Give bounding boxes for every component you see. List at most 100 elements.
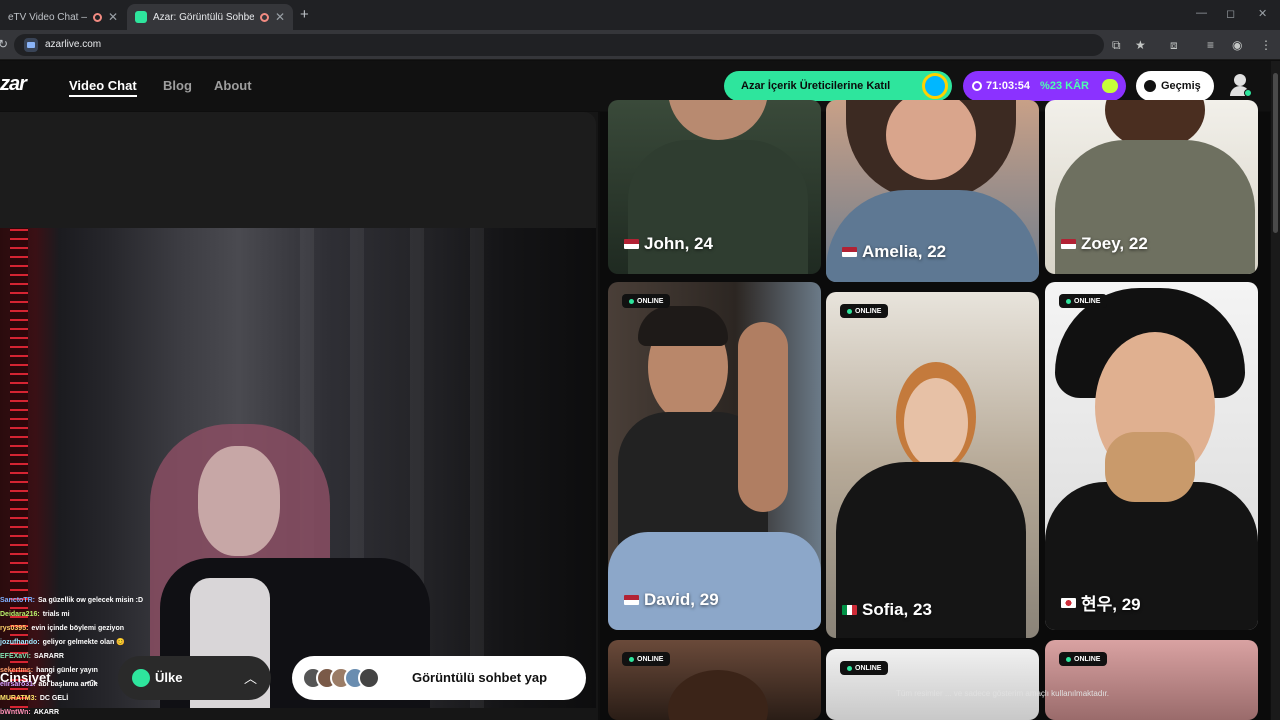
globe-icon: [132, 669, 150, 687]
azar-favicon-icon: [135, 11, 147, 23]
chat-message: bWntWn: AKARR: [0, 706, 300, 720]
profile-icon[interactable]: ◉: [1232, 38, 1242, 52]
tab-title: eTV Video Chat — Ome: [8, 11, 87, 23]
chat-username: MURATM3:: [0, 695, 37, 702]
online-badge: ONLINE: [840, 304, 889, 318]
promo-discount: %23 KÂR: [1040, 80, 1089, 92]
chat-username: rys0395:: [0, 625, 29, 632]
profile-name: Sofia, 23: [842, 600, 932, 620]
omnibox[interactable]: azarlive.com: [14, 34, 1104, 56]
online-badge: ONLINE: [840, 661, 889, 675]
avatar-stack: [302, 667, 384, 689]
online-dot-icon: [1066, 656, 1071, 662]
us-flag-icon: [1061, 239, 1076, 249]
history-label: Geçmiş: [1161, 80, 1201, 92]
site-info-icon[interactable]: [24, 38, 38, 52]
gem-icon: [1102, 79, 1118, 93]
chat-username: jozufhando:: [0, 639, 40, 646]
chat-message: Deidara216: trials mi: [0, 608, 300, 622]
chevron-up-icon[interactable]: ︿: [86, 670, 98, 687]
page-scrollbar[interactable]: [1271, 61, 1280, 720]
install-app-icon[interactable]: ⧉: [1112, 38, 1121, 53]
online-badge: ONLINE: [622, 652, 671, 666]
browser-tab-1[interactable]: eTV Video Chat — Ome ✕: [0, 4, 126, 30]
chat-text: DC GELİ: [39, 695, 69, 702]
chat-username: bWntWn:: [0, 709, 31, 716]
recording-icon: [92, 12, 102, 22]
profile-card[interactable]: Zoey, 22: [1045, 100, 1258, 274]
us-flag-icon: [624, 239, 639, 249]
start-video-chat-button[interactable]: Görüntülü sohbet yap: [292, 656, 586, 700]
camera-sticker-icon: [922, 73, 948, 99]
profile-card[interactable]: ONLINE: [1045, 640, 1258, 720]
start-video-chat-label: Görüntülü sohbet yap: [412, 670, 548, 685]
us-flag-icon: [842, 247, 857, 257]
profile-card[interactable]: ONLINE 현우, 29: [1045, 282, 1258, 630]
chat-text: geliyor gelmekte olan 😊: [42, 639, 125, 646]
country-filter-button[interactable]: Ülke ︿: [118, 656, 271, 700]
window-close-button[interactable]: ✕: [1258, 7, 1267, 20]
it-flag-icon: [842, 605, 857, 615]
chat-message: jozufhando: geliyor gelmekte olan 😊: [0, 636, 300, 650]
extensions-icon[interactable]: ⧈: [1170, 38, 1178, 53]
profile-name: Amelia, 22: [842, 242, 946, 262]
profile-card[interactable]: John, 24: [608, 100, 821, 274]
reload-icon[interactable]: ↻: [0, 37, 8, 51]
chat-username: Deidara216:: [0, 611, 40, 618]
online-dot-icon: [1066, 298, 1071, 304]
profile-name: John, 24: [624, 234, 713, 254]
chevron-up-icon: ︿: [244, 671, 258, 686]
online-dot-icon: [629, 298, 634, 304]
profile-card[interactable]: ONLINE: [608, 640, 821, 720]
chat-message: SanctoTR: Sa güzellik ow gelecek misin :D: [0, 594, 300, 608]
profile-card[interactable]: ONLINE David, 29: [608, 282, 821, 630]
nav-blog[interactable]: Blog: [163, 78, 192, 93]
tab-title: Azar: Görüntülü Sohbet & V: [153, 11, 254, 23]
chat-message: rys0395: evin içinde böylemi geziyon: [0, 622, 300, 636]
disclaimer-text: Tüm resimler ... ve sadece gösterim amaç…: [896, 689, 1109, 698]
browser-menu-icon[interactable]: ⋮: [1260, 38, 1272, 52]
online-badge: ONLINE: [1059, 294, 1108, 308]
history-button[interactable]: Geçmiş: [1136, 71, 1214, 101]
gender-filter-label[interactable]: Cinsiyet: [0, 670, 51, 685]
nav-about[interactable]: About: [214, 78, 252, 93]
profile-card[interactable]: Amelia, 22: [826, 100, 1039, 282]
remote-video-placeholder: [0, 112, 596, 228]
profile-card[interactable]: ONLINE Sofia, 23: [826, 292, 1039, 638]
chat-text: AKARR: [33, 709, 59, 716]
kr-flag-icon: [1061, 597, 1076, 608]
address-bar-row: ↻ azarlive.com ⧉ ★ ⧈ ≡ ◉ ⋮: [0, 30, 1280, 60]
promo-timer: 71:03:54: [986, 80, 1031, 92]
online-dot-icon: [847, 665, 852, 671]
online-badge: ONLINE: [622, 294, 671, 308]
profile-name: David, 29: [624, 590, 719, 610]
chat-text: trials mi: [42, 611, 70, 618]
browser-tab-2[interactable]: Azar: Görüntülü Sohbet & V ✕: [127, 4, 293, 30]
close-tab-icon[interactable]: ✕: [275, 10, 285, 24]
profile-grid: John, 24 Amelia, 22 Zoey, 22 ONLINE Davi…: [600, 100, 1270, 720]
close-tab-icon[interactable]: ✕: [108, 10, 118, 24]
maximize-button[interactable]: ◻: [1226, 7, 1235, 20]
azar-logo[interactable]: zar: [0, 73, 27, 96]
new-tab-button[interactable]: +: [300, 6, 309, 23]
country-filter-label: Ülke: [155, 670, 183, 685]
online-badge: ONLINE: [1059, 652, 1108, 666]
profile-card[interactable]: ONLINE: [826, 649, 1039, 720]
us-flag-icon: [624, 595, 639, 605]
url-text[interactable]: azarlive.com: [45, 39, 101, 50]
minimize-button[interactable]: —: [1196, 7, 1207, 19]
creators-join-button[interactable]: Azar İçerik Üreticilerine Katıl: [724, 71, 952, 101]
avatar: [358, 667, 380, 689]
chat-text: Sa güzellik ow gelecek misin :D: [38, 597, 144, 604]
online-dot-icon: [629, 656, 634, 662]
bookmark-star-icon[interactable]: ★: [1135, 38, 1146, 52]
profile-name: 현우, 29: [1061, 590, 1141, 615]
recording-icon: [259, 12, 269, 22]
nav-video-chat[interactable]: Video Chat: [69, 78, 137, 97]
creators-join-label: Azar İçerik Üreticilerine Katıl: [741, 80, 891, 92]
chat-username: SanctoTR:: [0, 597, 35, 604]
user-avatar-icon[interactable]: [1230, 74, 1252, 98]
promo-timer-button[interactable]: 71:03:54 %23 KÂR: [963, 71, 1126, 101]
media-control-icon[interactable]: ≡: [1207, 38, 1214, 52]
profile-name: Zoey, 22: [1061, 234, 1148, 254]
